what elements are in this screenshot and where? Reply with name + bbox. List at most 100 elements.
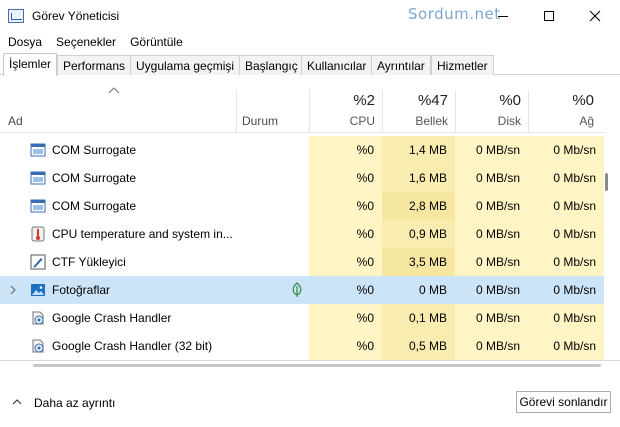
cpu-value: %0 (309, 332, 382, 360)
network-value: 0 Mb/sn (528, 220, 604, 248)
table-header: Ad Durum %2 CPU %47 Bellek %0 Disk %0 Ağ (0, 76, 620, 133)
network-total[interactable]: %0 (528, 92, 594, 109)
cpu-value: %0 (309, 220, 382, 248)
tab-details[interactable]: Ayrıntılar (371, 55, 431, 75)
cpu-value: %0 (309, 248, 382, 276)
table-row[interactable]: COM Surrogate %0 1,6 MB 0 MB/sn 0 Mb/sn (0, 164, 604, 192)
process-name: COM Surrogate (52, 143, 137, 157)
tab-services[interactable]: Hizmetler (431, 55, 494, 75)
disk-value: 0 MB/sn (455, 276, 528, 304)
tab-processes[interactable]: İşlemler (3, 53, 58, 76)
crash-handler-icon (32, 339, 44, 353)
disk-value: 0 MB/sn (455, 164, 528, 192)
menu-file[interactable]: Dosya (8, 35, 42, 49)
disk-value: 0 MB/sn (455, 220, 528, 248)
disk-value: 0 MB/sn (455, 192, 528, 220)
network-value: 0 Mb/sn (528, 332, 604, 360)
process-name: COM Surrogate (52, 199, 137, 213)
memory-value: 0,9 MB (382, 220, 455, 248)
cpu-value: %0 (309, 136, 382, 164)
tab-startup[interactable]: Başlangıç (239, 55, 304, 75)
chevron-up-icon[interactable] (12, 399, 22, 405)
column-cpu[interactable]: CPU (309, 114, 375, 128)
memory-value: 1,4 MB (382, 136, 455, 164)
disk-value: 0 MB/sn (455, 332, 528, 360)
network-value: 0 Mb/sn (528, 164, 604, 192)
memory-value: 1,6 MB (382, 164, 455, 192)
menu-view[interactable]: Görüntüle (130, 35, 183, 49)
footer: Daha az ayrıntı Görevi sonlandır (0, 378, 620, 427)
minimize-icon (498, 15, 508, 17)
column-memory[interactable]: Bellek (382, 114, 448, 128)
column-network[interactable]: Ağ (528, 114, 594, 128)
table-row[interactable]: Fotoğraflar %0 0 MB 0 MB/sn 0 Mb/sn (0, 276, 604, 304)
table-row[interactable]: COM Surrogate %0 1,4 MB 0 MB/sn 0 Mb/sn (0, 136, 604, 164)
process-name: Fotoğraflar (52, 283, 111, 297)
memory-value: 2,8 MB (382, 192, 455, 220)
maximize-icon (544, 11, 554, 21)
column-divider (236, 90, 237, 132)
process-name: Google Crash Handler (52, 311, 172, 325)
cpu-value: %0 (309, 192, 382, 220)
memory-value: 3,5 MB (382, 248, 455, 276)
table-row[interactable]: COM Surrogate %0 2,8 MB 0 MB/sn 0 Mb/sn (0, 192, 604, 220)
cpu-value: %0 (309, 304, 382, 332)
chevron-right-icon[interactable] (9, 285, 17, 295)
cpu-total[interactable]: %2 (309, 92, 375, 109)
disk-value: 0 MB/sn (455, 304, 528, 332)
process-name: CTF Yükleyici (52, 255, 126, 269)
disk-total[interactable]: %0 (455, 92, 521, 109)
column-status[interactable]: Durum (242, 114, 278, 128)
task-manager-icon (8, 9, 24, 23)
process-name: Google Crash Handler (32 bit) (52, 339, 213, 353)
process-table: Ad Durum %2 CPU %47 Bellek %0 Disk %0 Ağ… (0, 76, 620, 361)
cpu-value: %0 (309, 276, 382, 304)
memory-value: 0,5 MB (382, 332, 455, 360)
tab-users[interactable]: Kullanıcılar (301, 55, 373, 75)
window-icon (30, 171, 46, 185)
minimize-button[interactable] (480, 0, 526, 32)
title-bar: Görev Yöneticisi Sordum.net (0, 0, 620, 32)
thermometer-icon (31, 226, 45, 242)
memory-value: 0 MB (382, 276, 455, 304)
network-value: 0 Mb/sn (528, 192, 604, 220)
vertical-scroll-thumb[interactable] (605, 173, 608, 191)
tab-performance[interactable]: Performans (57, 55, 132, 75)
menu-bar: Dosya Seçenekler Görüntüle (0, 32, 620, 52)
close-button[interactable] (572, 0, 618, 32)
column-name[interactable]: Ad (8, 114, 23, 128)
memory-total[interactable]: %47 (382, 92, 448, 109)
table-row[interactable]: CPU temperature and system in... %0 0,9 … (0, 220, 604, 248)
table-row[interactable]: CTF Yükleyici %0 3,5 MB 0 MB/sn 0 Mb/sn (0, 248, 604, 276)
network-value: 0 Mb/sn (528, 248, 604, 276)
pen-icon (30, 254, 46, 270)
memory-value: 0,1 MB (382, 304, 455, 332)
process-name: CPU temperature and system in... (52, 227, 233, 241)
sort-ascending-icon[interactable] (108, 86, 120, 94)
window-icon (30, 199, 46, 213)
menu-options[interactable]: Seçenekler (56, 35, 116, 49)
window-title: Görev Yöneticisi (32, 9, 120, 23)
column-disk[interactable]: Disk (455, 114, 521, 128)
network-value: 0 Mb/sn (528, 136, 604, 164)
network-value: 0 Mb/sn (528, 304, 604, 332)
process-name: COM Surrogate (52, 171, 137, 185)
photos-icon (31, 284, 45, 296)
cpu-value: %0 (309, 164, 382, 192)
network-value: 0 Mb/sn (528, 276, 604, 304)
vertical-scrollbar[interactable] (604, 76, 620, 360)
crash-handler-icon (32, 311, 44, 325)
disk-value: 0 MB/sn (455, 248, 528, 276)
maximize-button[interactable] (526, 0, 572, 32)
table-row[interactable]: Google Crash Handler %0 0,1 MB 0 MB/sn 0… (0, 304, 604, 332)
window-icon (30, 143, 46, 157)
leaf-icon (292, 282, 302, 297)
end-task-button[interactable]: Görevi sonlandır (516, 391, 611, 413)
horizontal-scroll-thumb[interactable] (33, 364, 601, 367)
tab-strip: İşlemler Performans Uygulama geçmişi Baş… (0, 53, 620, 76)
disk-value: 0 MB/sn (455, 136, 528, 164)
fewer-details-link[interactable]: Daha az ayrıntı (34, 396, 115, 410)
tab-app-history[interactable]: Uygulama geçmişi (130, 55, 241, 75)
close-icon (589, 10, 601, 22)
table-row[interactable]: Google Crash Handler (32 bit) %0 0,5 MB … (0, 332, 604, 360)
